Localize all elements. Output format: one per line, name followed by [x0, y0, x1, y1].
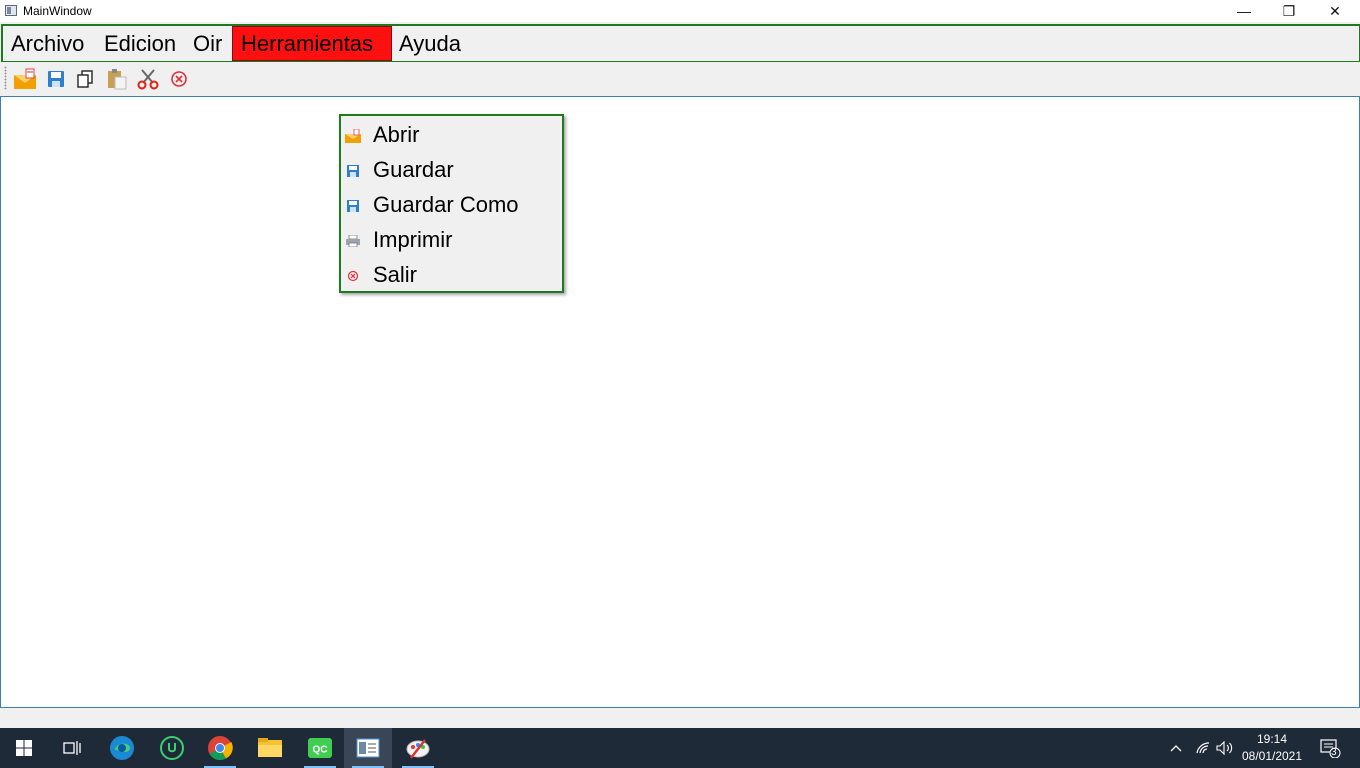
paste-icon[interactable]	[104, 66, 130, 92]
menu-oir[interactable]: Oir	[185, 26, 230, 61]
menu-item-guardar[interactable]: Guardar	[341, 153, 562, 188]
paint-icon[interactable]	[394, 728, 442, 768]
menu-item-label: Salir	[373, 262, 418, 287]
main-window-app-icon[interactable]	[344, 728, 392, 768]
taskbar-clock[interactable]: 19:14 08/01/2021	[1236, 731, 1308, 765]
notifications-badge: 3	[1331, 747, 1337, 758]
menu-item-imprimir[interactable]: Imprimir	[341, 223, 562, 258]
chevron-up-icon[interactable]	[1166, 728, 1186, 768]
menu-item-label: Imprimir	[373, 227, 453, 252]
close-button[interactable]: ✕	[1312, 0, 1358, 22]
toolbar	[0, 62, 1360, 95]
menu-item-label: Guardar Como	[373, 192, 519, 217]
wifi-icon[interactable]	[1192, 728, 1214, 768]
menu-herramientas[interactable]: Herramientas	[232, 26, 392, 61]
windows-start-icon[interactable]	[0, 728, 48, 768]
save-icon	[345, 163, 361, 179]
window-app-icon	[5, 5, 17, 16]
copy-icon[interactable]	[72, 66, 98, 92]
menu-ayuda[interactable]: Ayuda	[391, 26, 469, 61]
exit-icon[interactable]	[166, 66, 192, 92]
minimize-button[interactable]: —	[1221, 0, 1267, 22]
exit-icon	[345, 268, 361, 284]
open-envelope-icon[interactable]	[12, 66, 38, 92]
save-icon[interactable]	[43, 66, 69, 92]
herramientas-dropdown: Abrir Guardar Guardar Como Imprimir Sali…	[339, 114, 564, 293]
menu-bar: Archivo Edicion Oir Herramientas Ayuda	[1, 24, 1360, 63]
clock-time: 19:14	[1256, 732, 1288, 746]
open-envelope-icon	[345, 128, 361, 144]
file-explorer-icon[interactable]	[246, 728, 294, 768]
svg-text:QC: QC	[313, 745, 328, 756]
window-title: MainWindow	[23, 4, 92, 18]
notifications-icon[interactable]: 3	[1312, 728, 1348, 768]
menu-item-salir[interactable]: Salir	[341, 258, 562, 293]
status-bar	[0, 708, 1360, 728]
task-view-icon[interactable]	[48, 728, 96, 768]
save-icon	[345, 198, 361, 214]
central-widget[interactable]	[0, 96, 1360, 708]
menu-item-guardar-como[interactable]: Guardar Como	[341, 188, 562, 223]
volume-icon[interactable]	[1214, 728, 1236, 768]
menu-item-abrir[interactable]: Abrir	[341, 118, 562, 153]
qt-creator-icon[interactable]: QC	[296, 728, 344, 768]
edge-icon[interactable]	[98, 728, 146, 768]
taskbar: QC 19:14 08/01/2021 3	[0, 728, 1360, 768]
chrome-icon[interactable]	[196, 728, 244, 768]
cut-icon[interactable]	[135, 66, 161, 92]
menu-item-label: Guardar	[373, 157, 454, 182]
upwork-icon[interactable]	[148, 728, 196, 768]
menu-archivo[interactable]: Archivo	[3, 26, 92, 61]
printer-icon	[345, 233, 361, 249]
toolbar-grip[interactable]	[4, 66, 7, 90]
clock-date: 08/01/2021	[1241, 749, 1303, 763]
menu-edicion[interactable]: Edicion	[96, 26, 184, 61]
menu-item-label: Abrir	[373, 122, 420, 147]
title-bar: MainWindow — ❐ ✕	[0, 0, 1360, 22]
restore-button[interactable]: ❐	[1266, 0, 1312, 22]
